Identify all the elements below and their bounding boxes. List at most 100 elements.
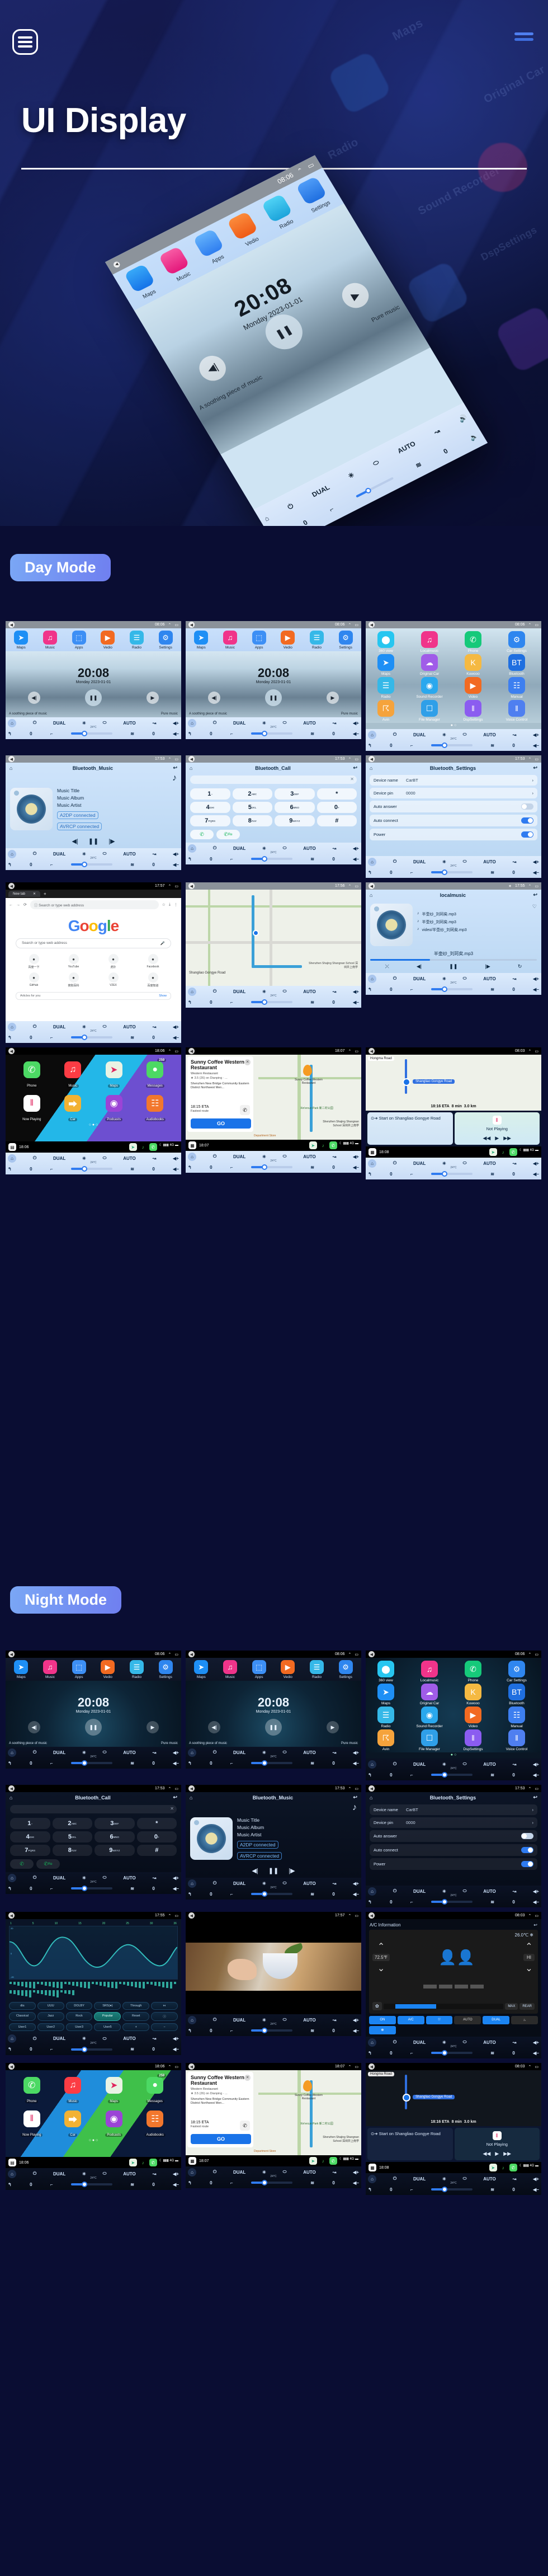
carplay-app-phone[interactable]: ✆ Phone	[11, 2077, 53, 2110]
seat-heater-icon[interactable]: ≋	[130, 1886, 134, 1891]
seat-heater-icon[interactable]: ≋	[310, 1761, 314, 1766]
air-recirculation-icon[interactable]: ↝	[513, 2177, 517, 2182]
toggle-switch[interactable]	[521, 1847, 533, 1853]
power-icon[interactable]: ⏻	[213, 1881, 216, 1886]
up-arrow-icon[interactable]: ⌃	[372, 1941, 390, 1952]
return-arrow-icon[interactable]: ↩	[173, 765, 177, 771]
expand-icon[interactable]: ⌃	[348, 1049, 352, 1054]
seat-icon[interactable]: ⌐	[410, 1172, 413, 1177]
volume-up-icon[interactable]: ◀+	[173, 852, 179, 857]
app-original-car[interactable]: ☁ Original Car	[410, 1684, 448, 1705]
power-icon[interactable]: ⏻	[393, 732, 396, 737]
fan-slider-icon[interactable]	[431, 2050, 473, 2056]
recents-icon[interactable]: ▭	[535, 623, 538, 627]
fast-forward-icon[interactable]: ▶▶	[503, 2151, 511, 2157]
chevron-right-icon[interactable]: ›	[532, 1807, 534, 1812]
dial-key-2[interactable]: 2ABC	[232, 788, 272, 800]
app-phone[interactable]: ✆ Phone	[454, 1661, 492, 1682]
seat-icon[interactable]: ⌐	[50, 1035, 53, 1040]
app-video[interactable]: ▶ Video	[454, 1707, 492, 1728]
recents-icon[interactable]: ▭	[174, 1787, 178, 1791]
home-icon[interactable]: ⌂	[190, 765, 192, 771]
volume-up-icon[interactable]: 🔊	[457, 413, 469, 424]
air-recirculation-icon[interactable]: ↝	[333, 989, 337, 994]
phone-icon[interactable]: ✆	[240, 2121, 250, 2131]
max-button[interactable]: MAX	[505, 2002, 518, 2010]
volume-down-icon[interactable]: ◀−	[353, 857, 359, 862]
recents-icon[interactable]: ▭	[535, 1787, 538, 1791]
volume-down-icon[interactable]: ◀−	[533, 743, 539, 748]
eq-curve[interactable]: 20 0 -20	[9, 1926, 178, 1980]
shortcut-baidu-icon[interactable]: ● 百度一下	[16, 954, 52, 969]
power-icon[interactable]: ⏻	[213, 2169, 216, 2175]
back-arrow-icon[interactable]: ↰	[188, 1000, 192, 1005]
rear-defrost-icon[interactable]: ⬭	[283, 2169, 287, 2175]
recents-icon[interactable]: ▭	[306, 161, 315, 170]
app-dspsettings[interactable]: ‖ DspSettings	[454, 700, 492, 722]
search-input[interactable]: Search or type web address 🎤	[16, 938, 171, 948]
app-bluetooth[interactable]: BT Bluetooth	[498, 1684, 536, 1705]
expand-icon[interactable]: ⌃	[168, 1049, 172, 1054]
return-arrow-icon[interactable]: ↩	[353, 765, 357, 771]
dual-button[interactable]: DUAL	[233, 1154, 245, 1159]
back-arrow-icon[interactable]: ↰	[8, 1886, 12, 1891]
fan-slider-icon[interactable]	[431, 2187, 473, 2193]
power-icon[interactable]: ⏻	[213, 1154, 216, 1159]
back-icon[interactable]: ◀	[369, 1785, 375, 1792]
back-arrow-icon[interactable]: ↰	[8, 2047, 12, 2052]
menu-icon[interactable]	[12, 29, 38, 55]
auto-button[interactable]: AUTO	[303, 1154, 316, 1159]
fan-speed-slider[interactable]	[383, 2003, 504, 2009]
eq-preset-popular[interactable]: Popular	[94, 2011, 121, 2021]
map-canvas[interactable]: Shangliao Gongye Road Shenzhen Shajing S…	[186, 890, 361, 986]
home-app-maps[interactable]: ➤ Maps	[189, 631, 214, 650]
home-app-music[interactable]: ♫ Music	[218, 631, 242, 650]
rear-defrost-icon[interactable]: ⬭	[103, 1750, 107, 1755]
rewind-icon[interactable]: ◀◀	[483, 1135, 490, 1142]
power-icon[interactable]: ⏻	[393, 2039, 396, 2045]
home-app-settings[interactable]: ⚙ Settings	[333, 1660, 358, 1679]
seat-heater-icon[interactable]: ≋	[130, 731, 134, 736]
volume-up-icon[interactable]: ◀+	[353, 1881, 359, 1886]
air-recirculation-icon[interactable]: ↝	[513, 1161, 517, 1166]
dial-key-4[interactable]: 4GHI	[190, 802, 230, 813]
fan-slider-icon[interactable]	[70, 1166, 112, 1172]
volume-up-icon[interactable]: ◀+	[533, 2177, 539, 2182]
eq-preset-user3[interactable]: User3	[65, 2023, 93, 2031]
show-link[interactable]: Show	[159, 994, 167, 998]
seat-icon[interactable]: ⌐	[50, 1167, 53, 1172]
app-kuwooo[interactable]: K Kuwooo	[454, 654, 492, 676]
seat-heater-icon[interactable]: ≋	[490, 1900, 494, 1905]
dual-button[interactable]: DUAL	[413, 2177, 426, 2182]
pause-icon[interactable]: ❚❚	[265, 1719, 282, 1736]
app-list-icon[interactable]: ▦	[369, 1148, 376, 1157]
volume-down-icon[interactable]: ◀−	[353, 1000, 359, 1005]
app-radio[interactable]: ☰ Radio	[367, 677, 405, 699]
video-surface[interactable]	[186, 1919, 361, 2014]
dual-button[interactable]: DUAL	[53, 852, 65, 857]
snowflake-icon[interactable]: ✳	[262, 989, 266, 994]
fan-slider-icon[interactable]	[70, 1760, 112, 1766]
rear-defrost-icon[interactable]: ⬭	[283, 845, 287, 851]
power-icon[interactable]: ⏻	[393, 1160, 396, 1166]
music-note-icon[interactable]: ♪	[6, 773, 181, 784]
app-list-icon[interactable]: ▦	[188, 1141, 196, 1149]
rear-defrost-icon[interactable]: ⬭	[103, 2171, 107, 2177]
rear-defrost-icon[interactable]: ⬭	[283, 1881, 287, 1886]
phone-icon[interactable]: ✆	[509, 1148, 517, 1157]
rear-defrost-icon[interactable]: ⬭	[283, 989, 287, 994]
toggle-switch[interactable]	[521, 817, 533, 824]
expand-icon[interactable]: ⌃	[168, 757, 172, 761]
seat-heater-icon[interactable]: ≋	[414, 460, 423, 470]
air-recirculation-icon[interactable]: ↝	[153, 2036, 157, 2041]
rear-defrost-icon[interactable]: ⬭	[103, 851, 107, 857]
eq-preset-classical[interactable]: Classical	[9, 2011, 36, 2021]
back-icon[interactable]: ◀	[188, 756, 195, 762]
home-app-radio[interactable]: ☰ Radio	[304, 1660, 329, 1679]
snowflake-icon[interactable]: ✳	[262, 1154, 266, 1159]
fan-slider-icon[interactable]	[431, 1772, 473, 1778]
carplay-app-messages[interactable]: ● 259 Messages	[135, 2074, 176, 2110]
ac-button-auto[interactable]: AUTO	[454, 2016, 481, 2024]
dial-key-0[interactable]: 0+	[136, 1831, 177, 1842]
nav-map[interactable]: Hongma Road Shangliao Gongye Road 18:16 …	[366, 1055, 541, 1111]
